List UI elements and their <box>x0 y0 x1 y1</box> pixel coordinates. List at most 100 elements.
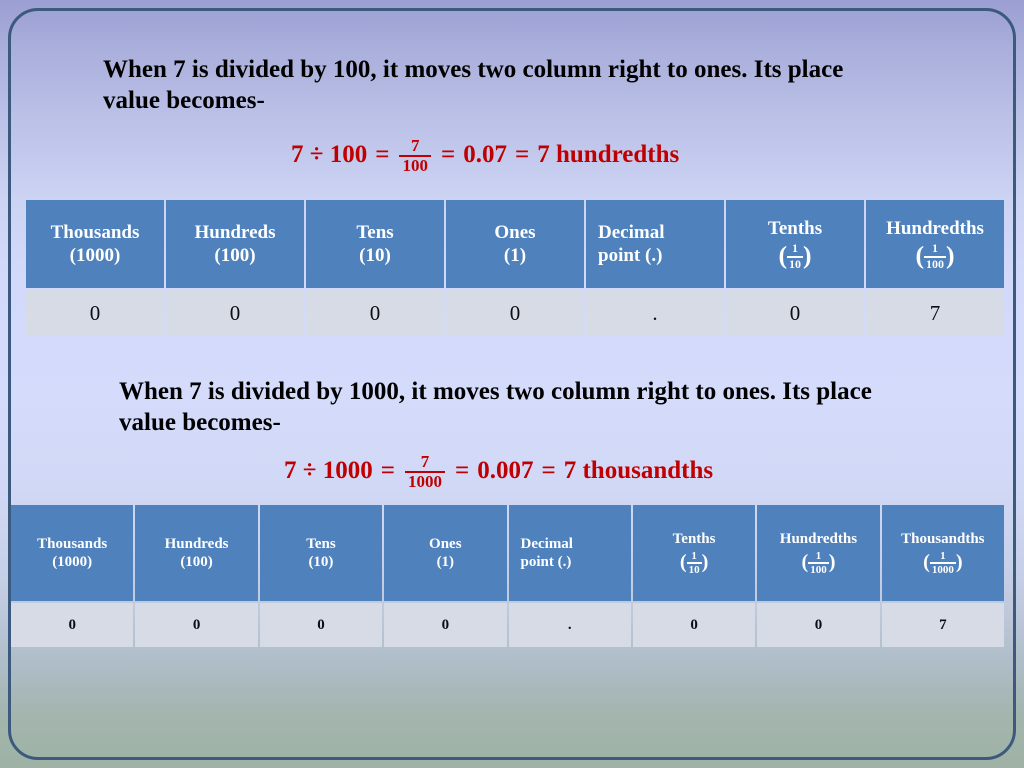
header-thousands-sub: (1000) <box>52 553 93 570</box>
value-tenths: 0 <box>632 603 756 647</box>
header-tenths: Tenths (1 10) <box>726 200 864 288</box>
header-decimal-name: Decimal <box>598 221 665 243</box>
header-ones-sub: (1) <box>503 244 527 266</box>
fraction-numerator: 7 <box>410 136 420 155</box>
table-value-row: 0 0 0 0 . 0 7 <box>26 290 1004 336</box>
header-tens-sub: (10) <box>359 244 391 266</box>
paren-open: ( <box>679 550 687 573</box>
paren-open: ( <box>778 240 787 270</box>
value-tens: 0 <box>259 603 383 647</box>
header-tenths-fraction: (1 10) <box>635 549 753 576</box>
value-tens: 0 <box>306 290 444 336</box>
header-tenths-name: Tenths <box>672 530 716 547</box>
header-decimal-point: Decimal point (.) <box>508 505 631 601</box>
value-ones: 0 <box>384 603 507 647</box>
paren-open: ( <box>801 550 809 573</box>
header-hundreds: Hundreds (100) <box>135 505 258 601</box>
header-tenths: Tenths (1 10) <box>632 505 756 601</box>
formula-words: 7 thousandths <box>563 456 714 484</box>
formula-equals-3: = <box>541 456 556 484</box>
formula-equals-1: = <box>380 456 395 484</box>
value-decimal-point: . <box>508 603 631 647</box>
paren-close: ) <box>946 240 955 270</box>
header-tenths-name: Tenths <box>767 218 823 240</box>
tenths-fraction: 1 10 <box>787 242 803 270</box>
value-thousands: 0 <box>26 290 164 336</box>
value-tenths: 0 <box>726 290 864 336</box>
header-ones: Ones (1) <box>446 200 584 288</box>
header-ones-name: Ones <box>429 535 462 552</box>
formula-equals-2: = <box>440 140 456 168</box>
slide-canvas: When 7 is divided by 100, it moves two c… <box>0 0 1024 768</box>
header-tens-name: Tens <box>356 221 394 243</box>
header-hundreds: Hundreds (100) <box>166 200 304 288</box>
paren-close: ) <box>828 550 836 573</box>
hundredths-denominator: 100 <box>808 562 829 576</box>
header-thousands: Thousands (1000) <box>26 200 164 288</box>
formula-equals-2: = <box>454 456 470 484</box>
tenths-numerator: 1 <box>691 549 697 562</box>
value-hundreds: 0 <box>135 603 258 647</box>
header-hundredths-fraction: (1 100) <box>759 549 877 576</box>
tenths-fraction: 1 10 <box>686 549 702 576</box>
header-ones-name: Ones <box>494 221 536 243</box>
paren-close: ) <box>803 240 812 270</box>
header-thousands-name: Thousands <box>37 535 108 552</box>
place-value-table-hundredths: Thousands (1000) Hundreds (100) Tens (10… <box>24 198 1006 338</box>
paren-open: ( <box>923 550 930 573</box>
value-hundreds: 0 <box>166 290 304 336</box>
value-thousandths: 7 <box>881 603 1004 647</box>
formula-decimal: 0.007 <box>477 456 534 484</box>
value-decimal-point: . <box>586 290 724 336</box>
tenths-denominator: 10 <box>686 562 702 576</box>
fraction-denominator: 1000 <box>404 470 445 491</box>
thousandths-numerator: 1 <box>940 549 946 562</box>
thousandths-fraction: 1 1000 <box>929 549 956 576</box>
tenths-denominator: 10 <box>787 255 803 271</box>
paren-close: ) <box>955 550 963 573</box>
header-hundreds-sub: (100) <box>180 553 213 570</box>
formula-7-divided-by-100: 7 ÷ 100 = 7 100 = 0.07 = 7 hundredths <box>288 136 682 175</box>
header-tenths-fraction: (1 10) <box>728 240 862 271</box>
table-header-row: Thousands (1000) Hundreds (100) Tens (10… <box>26 200 1004 288</box>
header-hundreds-name: Hundreds <box>164 535 229 552</box>
formula-equals-3: = <box>514 140 530 168</box>
header-tens-name: Tens <box>306 535 336 552</box>
thousandths-denominator: 1000 <box>929 562 956 576</box>
header-hundredths-name: Hundredths <box>886 218 984 240</box>
header-tens: Tens (10) <box>259 505 383 601</box>
formula-decimal: 0.07 <box>463 140 507 168</box>
formula-words: 7 hundredths <box>537 140 680 168</box>
hundredths-fraction: 1 100 <box>808 550 829 576</box>
table-value-row: 0 0 0 0 . 0 0 7 <box>11 603 1004 647</box>
place-value-table-thousandths: Thousands (1000) Hundreds (100) Tens (10… <box>9 503 1006 649</box>
table-header-row: Thousands (1000) Hundreds (100) Tens (10… <box>11 505 1004 601</box>
formula-equals-1: = <box>375 140 390 168</box>
header-hundredths-name: Hundredths <box>779 530 858 547</box>
tenths-numerator: 1 <box>792 241 798 256</box>
value-hundredths: 7 <box>866 290 1004 336</box>
formula-lhs: 7 ÷ 1000 <box>284 456 373 484</box>
header-decimal-point: Decimal point (.) <box>586 200 724 288</box>
statement-divided-by-100: When 7 is divided by 100, it moves two c… <box>103 56 844 115</box>
hundredths-fraction: 1 100 <box>924 242 946 270</box>
hundredths-numerator: 1 <box>932 241 938 256</box>
header-thousands-name: Thousands <box>50 221 140 243</box>
fraction-denominator: 100 <box>399 154 431 175</box>
formula-7-divided-by-1000: 7 ÷ 1000 = 7 1000 = 0.007 = 7 thousandth… <box>281 452 716 491</box>
header-hundredths: Hundredths (1 100) <box>866 200 1004 288</box>
fraction-numerator: 7 <box>420 452 430 471</box>
value-ones: 0 <box>446 290 584 336</box>
header-decimal-sub: point (.) <box>520 553 572 570</box>
header-hundreds-sub: (100) <box>214 244 256 266</box>
hundredths-numerator: 1 <box>815 549 822 562</box>
header-thousands: Thousands (1000) <box>11 505 134 601</box>
formula-fraction: 7 1000 <box>404 452 445 491</box>
header-ones: Ones (1) <box>384 505 507 601</box>
hundredths-denominator: 100 <box>924 255 946 271</box>
header-thousandths: Thousandths (1 1000) <box>881 505 1004 601</box>
header-hundredths: Hundredths (1 100) <box>757 505 880 601</box>
paren-close: ) <box>701 550 709 573</box>
statement-divided-by-1000: When 7 is divided by 1000, it moves two … <box>119 378 872 437</box>
value-thousands: 0 <box>11 603 134 647</box>
